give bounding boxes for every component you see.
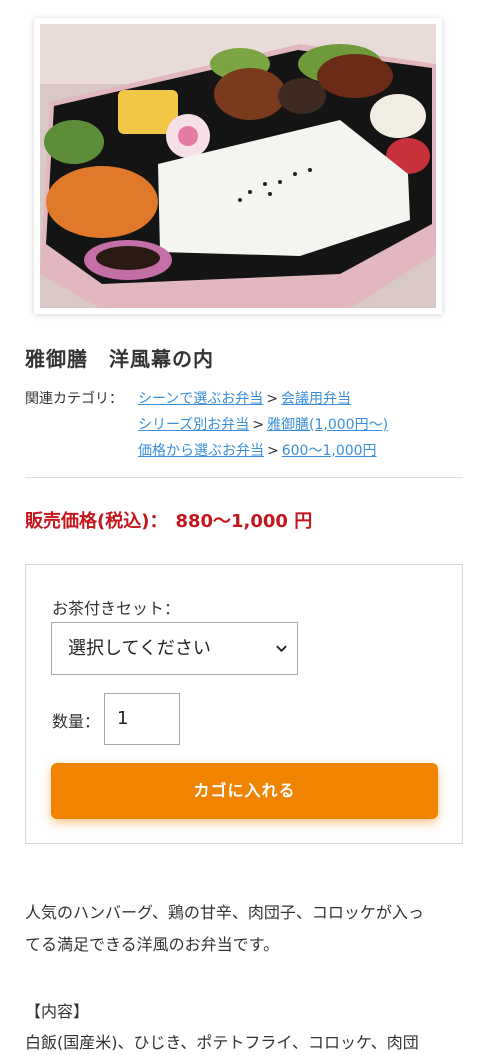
category-link-price-range[interactable]: 600～1,000円 [282,443,377,459]
category-link-series[interactable]: シリーズ別お弁当 [138,417,249,433]
price-value: 880～1,000 円 [175,511,313,532]
category-link-meeting[interactable]: 会議用弁当 [281,391,351,407]
category-row-price: 価格から選ぶお弁当 >600～1,000円 [138,438,377,464]
category-row-scene: シーンで選ぶお弁当 > 会議用弁当 [138,386,351,412]
contents-text: 白飯(国産米)、ひじき、ポテトフライ、コロッケ、肉団 [25,1033,419,1052]
quantity-label: 数量： [52,712,101,731]
description-line: てる満足できる洋風のお弁当です。 [25,935,280,954]
description-line: 人気のハンバーグ、鶏の甘辛、肉団子、コロッケが入っ [25,903,424,922]
divider [25,477,463,478]
product-photo [40,24,436,308]
product-description: 人気のハンバーグ、鶏の甘辛、肉団子、コロッケが入っ てる満足できる洋風のお弁当で… [25,897,465,1055]
add-to-cart-button[interactable]: カゴに入れる [51,763,438,819]
category-link-miyabi[interactable]: 雅御膳(1,000円～) [267,417,388,433]
product-image-frame [34,18,442,314]
quantity-input[interactable]: 1 [104,693,180,745]
category-link-price[interactable]: 価格から選ぶお弁当 [138,443,264,459]
tea-set-select-value: 選択してください [68,638,211,659]
tea-set-select[interactable]: 選択してください [51,622,298,675]
product-title: 雅御膳 洋風幕の内 [25,347,214,371]
price-line: 販売価格(税込)： 880～1,000 円 [25,508,312,536]
tea-set-label: お茶付きセット： [52,599,181,618]
category-link-scene[interactable]: シーンで選ぶお弁当 [138,391,263,407]
price-label: 販売価格(税込)： [25,511,168,532]
category-row-series: シリーズ別お弁当 > 雅御膳(1,000円～) [138,412,388,438]
breadcrumb-separator: > [252,417,265,433]
breadcrumb-separator: > [267,443,279,459]
related-categories-label: 関連カテゴリ： [25,391,123,407]
contents-heading: 【内容】 [25,1002,90,1021]
add-to-cart-form: お茶付きセット： 選択してください 数量： 1 カゴに入れる [25,564,463,844]
breadcrumb-separator: > [266,391,279,407]
chevron-down-icon [276,645,287,653]
